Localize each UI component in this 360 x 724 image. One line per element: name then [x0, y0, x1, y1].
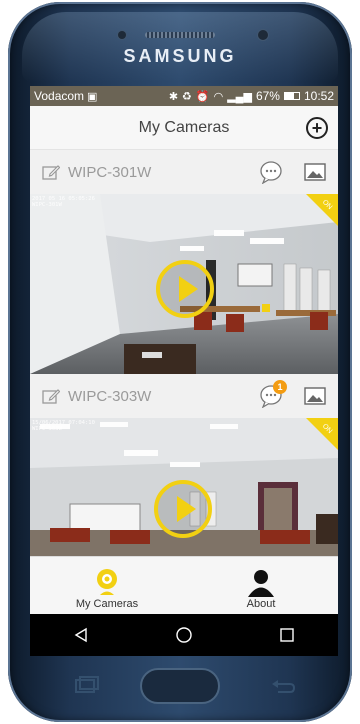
app-bar: My Cameras + — [30, 106, 338, 150]
status-right: ✱ ♻ ⏰ ◠ ▂▄▆ 67% 10:52 — [169, 89, 334, 103]
camera-feed[interactable]: 15/06/2017 07:04:10 WIPC-303W ON — [30, 418, 338, 556]
online-flag: ON — [306, 418, 338, 450]
sync-icon: ♻ — [182, 90, 192, 103]
battery-icon — [283, 92, 300, 100]
edit-icon[interactable] — [42, 388, 60, 404]
front-camera — [258, 30, 268, 40]
bottom-navigation: My Cameras About — [30, 556, 338, 614]
add-camera-button[interactable]: + — [306, 117, 328, 139]
camera-header: WIPC-303W 1 — [30, 374, 338, 418]
wifi-icon: ◠ — [213, 90, 224, 103]
gallery-notification-icon: ▣ — [87, 90, 98, 103]
device-brand: SAMSUNG — [123, 46, 237, 66]
play-button[interactable] — [156, 260, 214, 318]
status-bar: Vodacom ▣ ✱ ♻ ⏰ ◠ ▂▄▆ 67% 10:52 — [30, 86, 338, 106]
camera-name[interactable]: WIPC-303W — [68, 388, 151, 405]
clock: 10:52 — [303, 89, 334, 103]
phone-frame: SAMSUNG Vodacom ▣ ✱ ♻ ⏰ ◠ ▂▄▆ 67% 10:52 … — [0, 0, 360, 724]
camera-timestamp: 15/06/2017 07:04:10 WIPC-303W — [32, 420, 95, 432]
home-icon[interactable] — [175, 626, 193, 644]
camera-timestamp: 2017 05 16 05:05:26 WIPC-301W — [32, 196, 95, 208]
alarm-icon: ⏰ — [195, 90, 210, 103]
camera-feed[interactable]: 2017 05 16 05:05:26 WIPC-301W ON — [30, 194, 338, 374]
chat-button[interactable]: 1 — [258, 380, 287, 409]
battery-percent: 67% — [255, 89, 280, 103]
nav-about[interactable]: About — [184, 557, 338, 614]
bluetooth-icon: ✱ — [168, 90, 179, 103]
system-navigation-bar — [30, 614, 338, 656]
battery-fill — [284, 93, 295, 99]
camera-header: WIPC-301W — [30, 150, 338, 194]
webcam-icon — [97, 569, 117, 595]
recent-apps-hardware-icon[interactable] — [72, 676, 100, 696]
earpiece-speaker — [145, 32, 215, 38]
screen: Vodacom ▣ ✱ ♻ ⏰ ◠ ▂▄▆ 67% 10:52 My Camer… — [30, 86, 338, 656]
chat-bubble-icon[interactable] — [258, 160, 284, 184]
notification-badge: 1 — [273, 380, 287, 394]
play-icon — [177, 496, 196, 522]
play-icon — [179, 276, 198, 302]
page-title: My Cameras — [138, 118, 230, 136]
gallery-icon[interactable] — [304, 386, 326, 406]
nav-label-my-cameras: My Cameras — [75, 598, 139, 610]
plus-icon: + — [311, 118, 323, 138]
online-flag: ON — [306, 194, 338, 226]
recents-icon[interactable] — [279, 627, 295, 643]
edit-icon[interactable] — [42, 164, 60, 180]
nav-my-cameras[interactable]: My Cameras — [30, 557, 184, 614]
camera-name[interactable]: WIPC-301W — [68, 164, 151, 181]
back-hardware-icon[interactable] — [270, 678, 296, 696]
nav-label-about: About — [246, 598, 276, 610]
play-button[interactable] — [154, 480, 212, 538]
signal-icon: ▂▄▆ — [227, 90, 252, 103]
back-icon[interactable] — [73, 627, 89, 643]
home-hardware-button[interactable] — [140, 668, 220, 704]
carrier-label: Vodacom — [34, 89, 85, 103]
gallery-icon[interactable] — [304, 162, 326, 182]
proximity-sensor — [118, 31, 126, 39]
user-icon — [248, 570, 274, 597]
